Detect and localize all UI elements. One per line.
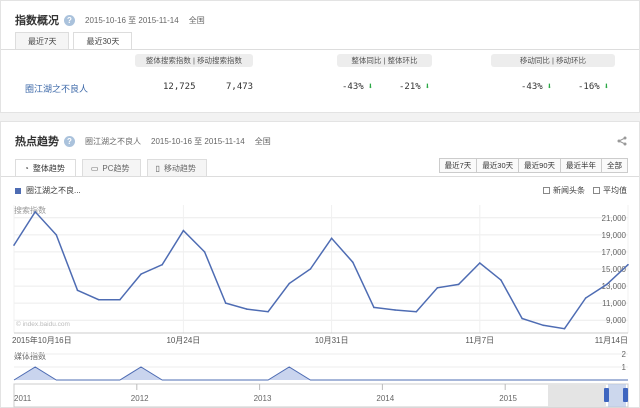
tabs-divider — [1, 49, 639, 50]
down-arrow-icon: ⬇ — [603, 82, 610, 92]
trend-header: 热点趋势 ? 圈江湖之不良人 2015-10-16 至 2015-11-14 全… — [15, 133, 271, 149]
help-icon[interactable]: ? — [64, 135, 75, 147]
trend-keyword: 圈江湖之不良人 — [85, 136, 141, 146]
legend[interactable]: 圈江湖之不良... — [15, 185, 81, 196]
mobile-yoy-cell: -43% ⬇ — [521, 82, 552, 92]
range-buttons: 最近7天 最近30天 最近90天 最近半年 全部 — [438, 158, 628, 173]
trend-region: 全国 — [254, 136, 271, 146]
trend-panel: 热点趋势 ? 圈江湖之不良人 2015-10-16 至 2015-11-14 全… — [0, 121, 640, 408]
options-checkboxes: 新闻头条 平均值 — [535, 185, 627, 196]
trend-title: 热点趋势 — [15, 136, 59, 148]
trend-date-range: 2015-10-16 至 2015-11-14 — [151, 136, 245, 146]
range-half-year-button[interactable]: 最近半年 — [560, 158, 602, 173]
mobile-index-value: 7,473 — [226, 82, 254, 92]
checkbox-box — [593, 187, 600, 194]
overall-yoy-cell: -43% ⬇ — [342, 82, 373, 92]
legend-label: 圈江湖之不良... — [26, 186, 81, 195]
average-label: 平均值 — [603, 186, 627, 195]
checkbox-box — [543, 187, 550, 194]
overview-panel: 指数概况 ? 2015-10-16 至 2015-11-14 全国 最近7天 最… — [0, 0, 640, 113]
overall-yoy-value: -43% — [342, 82, 364, 92]
pc-icon: ▭ — [90, 163, 99, 173]
overview-title: 指数概况 — [15, 15, 59, 27]
overview-date-range: 2015-10-16 至 2015-11-14 — [85, 15, 179, 25]
trend-tabs: ◔ 整体趋势 ▭ PC趋势 ▯ 移动趋势 — [15, 159, 213, 177]
trend-tabs-divider — [1, 176, 639, 177]
header-overall-changes: 整体同比 | 整体环比 — [337, 54, 432, 67]
down-arrow-icon: ⬇ — [367, 82, 374, 92]
tab-mobile-trend[interactable]: ▯ 移动趋势 — [146, 159, 207, 177]
overall-mom-cell: -21% ⬇ — [399, 82, 430, 92]
tab-pc-trend-label: PC趋势 — [102, 163, 130, 173]
overview-header: 指数概况 ? 2015-10-16 至 2015-11-14 全国 — [15, 12, 205, 28]
range-7-days-button[interactable]: 最近7天 — [438, 158, 478, 173]
overview-region: 全国 — [188, 15, 205, 25]
overview-tabs: 最近7天 最近30天 — [15, 32, 136, 50]
header-mobile-mom: 移动环比 — [556, 56, 587, 65]
header-mobile-yoy: 移动同比 — [519, 56, 550, 65]
average-checkbox[interactable]: 平均值 — [593, 185, 627, 196]
down-arrow-icon: ⬇ — [546, 82, 553, 92]
header-overall-yoy: 整体同比 — [351, 56, 382, 65]
range-30-days-button[interactable]: 最近30天 — [476, 158, 520, 173]
tab-mobile-trend-label: 移动趋势 — [163, 163, 196, 173]
tab-overall-trend[interactable]: ◔ 整体趋势 — [15, 159, 76, 177]
tab-pc-trend[interactable]: ▭ PC趋势 — [81, 159, 141, 177]
header-mobile-index: 移动搜索指数 — [197, 56, 243, 65]
range-90-days-button[interactable]: 最近90天 — [518, 158, 561, 173]
header-overall-index: 整体搜索指数 — [145, 56, 191, 65]
mobile-yoy-value: -43% — [521, 82, 543, 92]
tab-last-30-days[interactable]: 最近30天 — [73, 32, 133, 50]
news-headlines-checkbox[interactable]: 新闻头条 — [543, 185, 585, 196]
overall-index-value: 12,725 — [163, 82, 196, 92]
help-icon[interactable]: ? — [64, 14, 75, 26]
legend-swatch — [15, 187, 21, 194]
header-search-indexes: 整体搜索指数 | 移动搜索指数 — [135, 54, 253, 67]
header-mobile-changes: 移动同比 | 移动环比 — [491, 54, 615, 67]
mobile-icon: ▯ — [155, 163, 160, 173]
pie-icon: ◔ — [24, 163, 29, 173]
mobile-mom-value: -16% — [578, 82, 600, 92]
mobile-mom-cell: -16% ⬇ — [578, 82, 609, 92]
tab-last-7-days[interactable]: 最近7天 — [15, 32, 70, 50]
header-overall-mom: 整体环比 — [387, 56, 418, 65]
down-arrow-icon: ⬇ — [424, 82, 431, 92]
overall-mom-value: -21% — [399, 82, 421, 92]
range-all-button[interactable]: 全部 — [601, 158, 628, 173]
news-headlines-label: 新闻头条 — [553, 186, 585, 195]
tab-overall-trend-label: 整体趋势 — [32, 163, 65, 173]
share-icon[interactable] — [617, 136, 627, 149]
keyword-link[interactable]: 圈江湖之不良人 — [25, 82, 88, 95]
